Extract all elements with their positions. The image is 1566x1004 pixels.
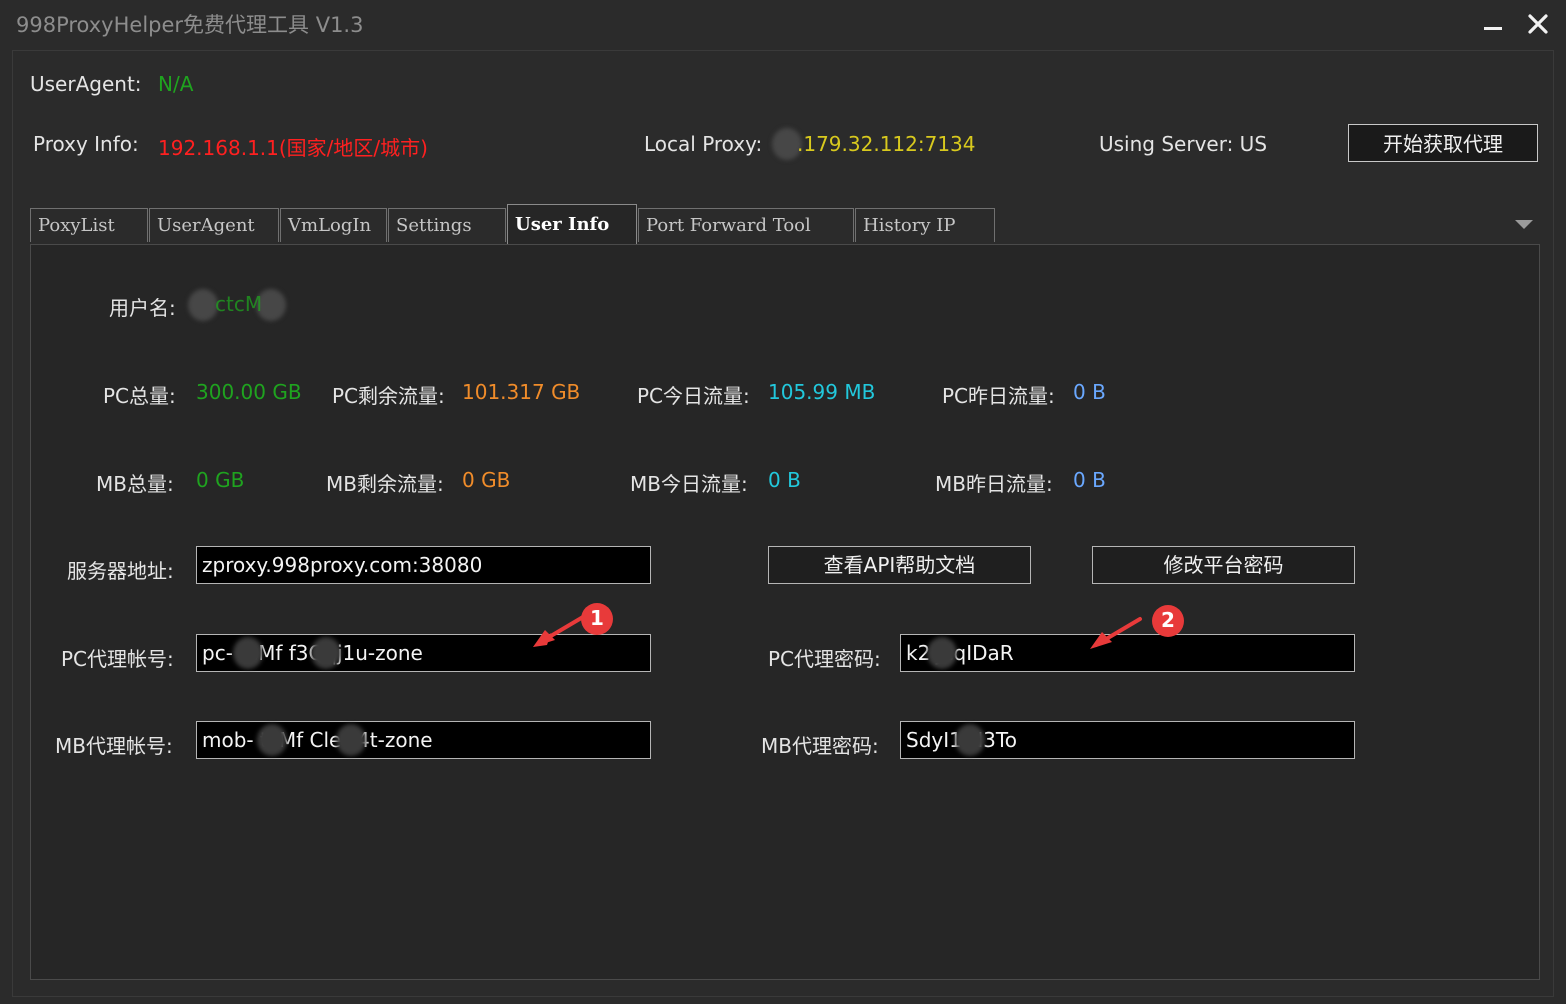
minimize-icon[interactable] [1480,6,1508,40]
api-help-docs-button[interactable]: 查看API帮助文档 [768,546,1031,584]
mb-yesterday-value: 0 B [1073,468,1106,492]
mb-remaining-label: MB剩余流量: [326,472,444,496]
tab-proxylist[interactable]: PoxyList [30,208,148,242]
pc-remaining-label: PC剩余流量: [332,384,445,408]
pc-remaining-value: 101.317 GB [462,380,581,404]
redaction-blur [233,637,263,669]
username-label: 用户名: [109,296,176,320]
window-title: 998ProxyHelper免费代理工具 V1.3 [16,13,364,37]
tab-port-forward-tool[interactable]: Port Forward Tool [638,208,854,242]
using-server-text: Using Server: US [1099,132,1268,156]
tab-vmlogin[interactable]: VmLogIn [280,208,387,242]
server-address-field[interactable]: zproxy.998proxy.com:38080 [196,546,651,584]
mb-total-label: MB总量: [96,472,174,496]
redaction-blur [955,724,985,756]
local-proxy-label: Local Proxy: [644,132,763,156]
tab-history-ip[interactable]: History IP [855,208,995,242]
pc-account-label: PC代理帐号: [61,647,174,671]
user-agent-value: N/A [158,72,194,96]
redaction-blur [311,637,341,669]
annotation-number-1: 1 [590,606,604,630]
mb-today-value: 0 B [768,468,801,492]
pc-yesterday-value: 0 B [1073,380,1106,404]
mb-total-value: 0 GB [196,468,245,492]
tab-overflow-chevron-down-icon[interactable] [1515,220,1533,229]
annotation-number-2: 2 [1161,608,1175,632]
change-password-button[interactable]: 修改平台密码 [1092,546,1355,584]
tab-settings[interactable]: Settings [388,208,506,242]
proxy-info-value: 192.168.1.1(国家/地区/城市) [158,136,428,160]
pc-today-value: 105.99 MB [768,380,876,404]
proxy-info-label: Proxy Info: [33,132,139,156]
pc-today-label: PC今日流量: [637,384,750,408]
annotation-arrow-1 [533,603,613,647]
tab-user-info[interactable]: User Info [507,204,637,244]
redaction-blur [336,724,366,756]
redaction-blur [188,289,218,321]
annotation-arrow-2 [1090,605,1184,649]
mb-account-label: MB代理帐号: [55,734,173,758]
pc-yesterday-label: PC昨日流量: [942,384,1055,408]
close-icon[interactable] [1524,6,1554,40]
mb-remaining-value: 0 GB [462,468,511,492]
tab-useragent[interactable]: UserAgent [149,208,279,242]
user-agent-label: UserAgent: [30,72,142,96]
title-bar: 998ProxyHelper免费代理工具 V1.3 [0,0,1566,46]
pc-password-label: PC代理密码: [768,647,881,671]
mb-password-label: MB代理密码: [761,734,879,758]
pc-total-value: 300.00 GB [196,380,302,404]
redaction-blur [927,637,957,669]
server-address-label: 服务器地址: [67,559,174,583]
local-proxy-value: .179.32.112:7134 [797,132,976,156]
username-value: ctcM [215,292,263,316]
pc-total-label: PC总量: [103,384,176,408]
start-proxy-button[interactable]: 开始获取代理 [1348,124,1538,162]
mb-today-label: MB今日流量: [630,472,748,496]
redaction-blur [257,724,287,756]
user-info-panel [30,244,1540,980]
mb-yesterday-label: MB昨日流量: [935,472,1053,496]
